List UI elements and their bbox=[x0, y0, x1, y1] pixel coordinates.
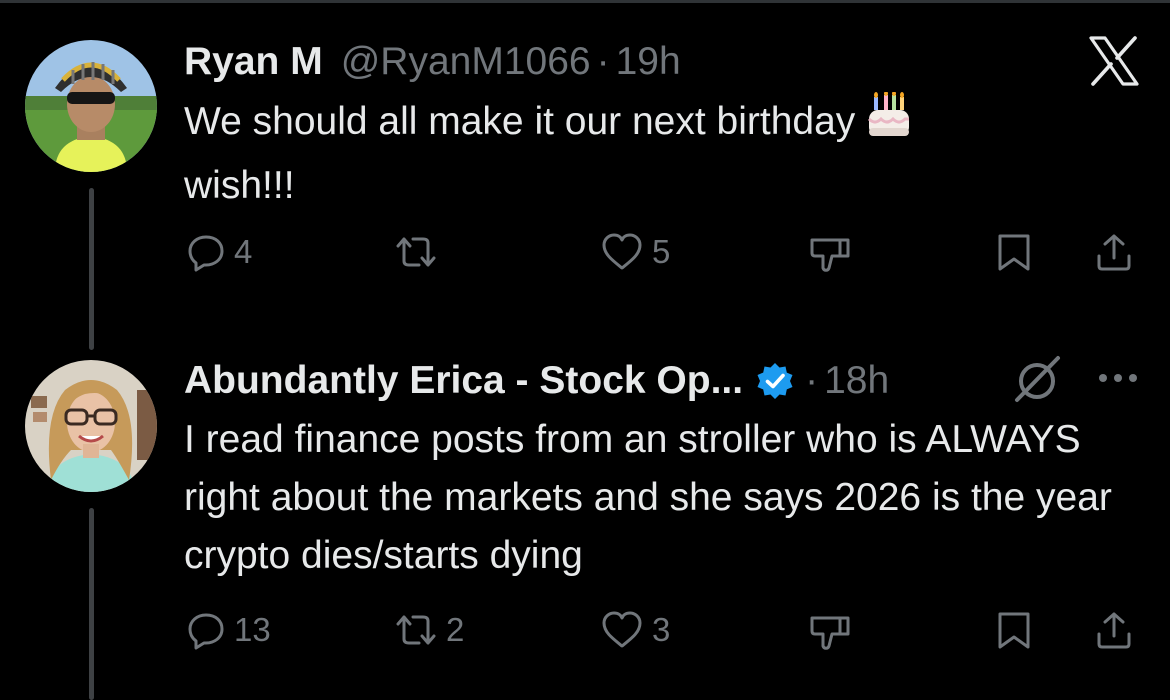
x-logo-icon[interactable] bbox=[1088, 36, 1140, 91]
reply-icon bbox=[186, 610, 226, 650]
thread-line bbox=[89, 508, 94, 700]
thumbs-down-icon bbox=[808, 610, 852, 654]
author-handle[interactable]: @RyanM1066 bbox=[341, 40, 591, 84]
reply-count: 13 bbox=[234, 611, 271, 648]
birthday-cake-icon bbox=[865, 91, 913, 157]
like-count: 3 bbox=[652, 611, 671, 648]
post-text: I read finance posts from an stroller wh… bbox=[184, 418, 1112, 577]
avatar-erica[interactable] bbox=[25, 360, 157, 492]
post-text-line: wish!!! bbox=[184, 164, 295, 207]
action-bar: 4 5 bbox=[186, 232, 1146, 280]
action-bar: 13 2 3 bbox=[186, 610, 1146, 658]
share-icon bbox=[1094, 232, 1134, 272]
share-icon bbox=[1094, 610, 1134, 650]
reply-button[interactable]: 4 bbox=[186, 232, 252, 272]
author-name[interactable]: Ryan M bbox=[184, 40, 323, 84]
post-time[interactable]: 18h bbox=[824, 359, 889, 403]
post-text: We should all make it our next birthday … bbox=[184, 91, 1114, 215]
verified-badge-icon bbox=[755, 361, 795, 401]
downvote-button[interactable] bbox=[808, 232, 852, 276]
reply-icon bbox=[186, 232, 226, 272]
top-divider bbox=[0, 0, 1170, 3]
like-count: 5 bbox=[652, 233, 671, 270]
share-button[interactable] bbox=[1094, 610, 1134, 650]
avatar-ryan[interactable] bbox=[25, 40, 157, 172]
heart-icon bbox=[600, 232, 644, 272]
downvote-button[interactable] bbox=[808, 610, 852, 654]
repost-icon bbox=[394, 610, 438, 650]
post-time[interactable]: 19h bbox=[616, 40, 681, 84]
thread-line bbox=[89, 188, 94, 350]
share-button[interactable] bbox=[1094, 232, 1134, 272]
post-text-line: We should all make it our next birthday bbox=[184, 100, 856, 143]
bookmark-icon bbox=[996, 232, 1032, 272]
post-header: Ryan M @RyanM1066 · 19h bbox=[184, 40, 681, 84]
separator-dot: · bbox=[596, 40, 610, 83]
like-button[interactable]: 5 bbox=[600, 232, 670, 272]
heart-icon bbox=[600, 610, 644, 650]
grok-icon[interactable] bbox=[1010, 354, 1064, 411]
bookmark-button[interactable] bbox=[996, 610, 1032, 650]
repost-icon bbox=[394, 232, 438, 272]
bookmark-icon bbox=[996, 610, 1032, 650]
author-name[interactable]: Abundantly Erica - Stock Op... bbox=[184, 359, 743, 403]
separator-dot: · bbox=[805, 359, 819, 402]
reply-count: 4 bbox=[234, 233, 253, 270]
post-header: Abundantly Erica - Stock Op... · 18h bbox=[184, 359, 889, 403]
reply-button[interactable]: 13 bbox=[186, 610, 271, 650]
bookmark-button[interactable] bbox=[996, 232, 1032, 272]
like-button[interactable]: 3 bbox=[600, 610, 670, 650]
repost-button[interactable]: 2 bbox=[394, 610, 464, 650]
repost-button[interactable] bbox=[394, 232, 446, 272]
repost-count: 2 bbox=[446, 611, 465, 648]
more-horizontal-icon[interactable] bbox=[1096, 370, 1140, 391]
thumbs-down-icon bbox=[808, 232, 852, 276]
